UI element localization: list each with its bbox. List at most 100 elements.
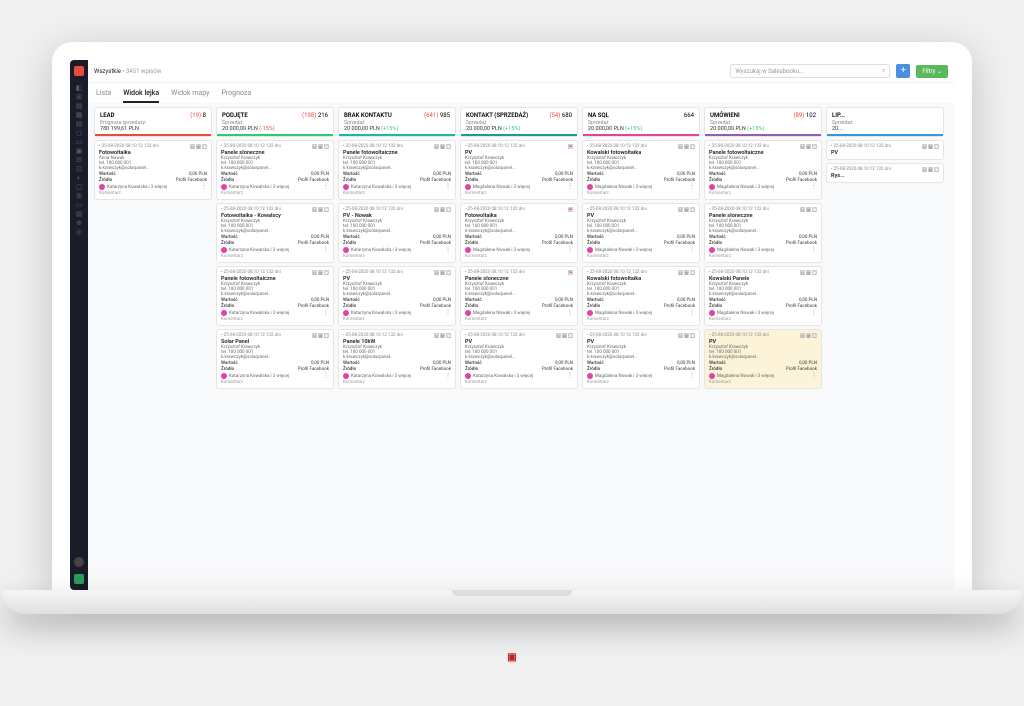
nav-icon[interactable]: ▤ — [75, 101, 84, 110]
column-header[interactable]: BRAK KONTAKTU(641) 985Sprzedaż20 000,00 … — [338, 107, 456, 137]
card-action-icons[interactable]: ▤▦▢ — [800, 207, 817, 212]
more-icon[interactable]: ⋮ — [445, 310, 451, 316]
lead-card[interactable]: • 25-08-2020 08:10:12 132 dni▤▦▢PVKrzysz… — [460, 329, 578, 389]
more-icon[interactable]: ⋮ — [445, 247, 451, 253]
lead-card[interactable]: • 25-08-2020 08:10:12 132 dni▤▦▢Kowalski… — [582, 140, 700, 200]
nav-icon[interactable]: ▭ — [75, 200, 84, 209]
tab-lista[interactable]: Lista — [96, 89, 111, 103]
nav-icon[interactable]: ⊡ — [75, 164, 84, 173]
card-action-icons[interactable]: ⚑ — [568, 207, 573, 212]
column-header[interactable]: NA SQL 664Sprzedaż20 000,00 PLN (+15%) — [582, 107, 700, 137]
column-header[interactable]: PODJĘTE(198) 216Sprzedaż20 000,00 PLN (-… — [216, 107, 334, 137]
lead-card[interactable]: • 25-08-2020 08:10:12 132 dni▤▦▢Panele f… — [338, 140, 456, 200]
more-icon[interactable]: ⋮ — [567, 373, 573, 379]
card-action-icons[interactable]: ▤▦▢ — [678, 270, 695, 275]
nav-icon[interactable]: ▦ — [75, 110, 84, 119]
lead-card[interactable]: • 25-08-2020 08:10:12 132 dni▤▦▢Fotowolt… — [216, 203, 334, 263]
lead-card[interactable]: • 25-08-2020 08:10:12 132 dni▤▦▢PVKrzysz… — [582, 203, 700, 263]
card-action-icons[interactable]: ▤▦▢ — [434, 270, 451, 275]
lead-card[interactable]: • 25-08-2020 08:10:12 132 dni▤▦▢Rys... — [826, 163, 944, 183]
lead-card[interactable]: • 25-08-2020 08:10:12 132 dni▤▦▢PVKrzysz… — [704, 329, 822, 389]
more-icon[interactable]: ⋮ — [689, 184, 695, 190]
lead-card[interactable]: • 25-08-2020 08:10:12 132 dni▤▦▢Fotowolt… — [94, 140, 212, 200]
lead-card[interactable]: • 25-08-2020 08:10:12 132 dni⚑Fotowoltai… — [460, 203, 578, 263]
help-icon[interactable] — [74, 574, 84, 584]
column-header[interactable]: KONTAKT (SPRZEDAŻ)(54) 680Sprzedaż20 000… — [460, 107, 578, 137]
more-icon[interactable]: ⋮ — [689, 310, 695, 316]
tab-widok-mapy[interactable]: Widok mapy — [171, 89, 209, 103]
column-header[interactable]: UMÓWIENI(89) 102Sprzedaż20 000,00 PLN (+… — [704, 107, 822, 137]
lead-card[interactable]: • 25-08-2020 08:10:12 132 dni▤▦▢Panele s… — [216, 140, 334, 200]
column-header[interactable]: LIP... Sprzedaż20... — [826, 107, 944, 137]
card-action-icons[interactable]: ▤▦▢ — [434, 207, 451, 212]
nav-icon[interactable]: ⊞ — [75, 191, 84, 200]
lead-card[interactable]: • 25-08-2020 08:10:12 132 dni▤▦▢Panele f… — [216, 266, 334, 326]
more-icon[interactable]: ⋮ — [567, 247, 573, 253]
filter-button[interactable]: Filtry ⌄ — [916, 65, 948, 78]
more-icon[interactable]: ⋮ — [201, 184, 207, 190]
tab-widok-lejka[interactable]: Widok lejka — [123, 89, 159, 103]
lead-card[interactable]: • 25-08-2020 08:10:12 132 dni▤▦▢Kowalski… — [704, 266, 822, 326]
card-action-icons[interactable]: ▤▦▢ — [800, 144, 817, 149]
more-icon[interactable]: ⋮ — [811, 247, 817, 253]
card-action-icons[interactable]: ▤▦▢ — [678, 144, 695, 149]
more-icon[interactable]: ⋮ — [323, 247, 329, 253]
lead-card[interactable]: • 25-08-2020 08:10:12 132 dni▤▦▢Kowalski… — [582, 266, 700, 326]
column-header[interactable]: LEAD(19) 8Prognoza sprzedaży:780 199,61 … — [94, 107, 212, 137]
more-icon[interactable]: ⋮ — [567, 184, 573, 190]
more-icon[interactable]: ⋮ — [811, 310, 817, 316]
more-icon[interactable]: ⋮ — [811, 373, 817, 379]
nav-icon[interactable]: ▣ — [75, 146, 84, 155]
lead-card[interactable]: • 25-08-2020 08:10:12 132 dni⚑PVKrzyszto… — [460, 140, 578, 200]
card-action-icons[interactable]: ▤▦▢ — [800, 270, 817, 275]
nav-icon[interactable]: ⊟ — [75, 155, 84, 164]
nav-icon[interactable]: ◧ — [75, 83, 84, 92]
add-button[interactable]: + — [896, 64, 910, 78]
card-action-icons[interactable]: ▤▦▢ — [312, 333, 329, 338]
card-action-icons[interactable]: ▤▦▢ — [434, 144, 451, 149]
more-icon[interactable]: ⋮ — [689, 373, 695, 379]
more-icon[interactable]: ⋮ — [323, 373, 329, 379]
kanban-board[interactable]: LEAD(19) 8Prognoza sprzedaży:780 199,61 … — [88, 103, 954, 590]
more-icon[interactable]: ⋮ — [323, 184, 329, 190]
lead-card[interactable]: • 25-08-2020 08:10:12 132 dni▤▦▢Panele f… — [704, 140, 822, 200]
more-icon[interactable]: ⋮ — [445, 373, 451, 379]
nav-icon[interactable]: ▢ — [75, 182, 84, 191]
lead-card[interactable]: • 25-08-2020 08:10:12 132 dni▤▦▢PV - Now… — [338, 203, 456, 263]
more-icon[interactable]: ⋮ — [323, 310, 329, 316]
more-icon[interactable]: ⋮ — [811, 184, 817, 190]
card-action-icons[interactable]: ▤▦▢ — [556, 333, 573, 338]
nav-icon[interactable]: ▤ — [75, 209, 84, 218]
card-action-icons[interactable]: ▤▦▢ — [190, 144, 207, 149]
tab-prognoza[interactable]: Prognoza — [221, 89, 251, 103]
card-action-icons[interactable]: ▤▦▢ — [678, 207, 695, 212]
lead-card[interactable]: • 25-08-2020 08:10:12 132 dni▤▦▢PV — [826, 140, 944, 160]
nav-icon[interactable]: ◎ — [75, 227, 84, 236]
card-action-icons[interactable]: ▤▦▢ — [922, 167, 939, 172]
nav-icon[interactable]: ⊞ — [75, 92, 84, 101]
card-action-icons[interactable]: ▤▦▢ — [678, 333, 695, 338]
more-icon[interactable]: ⋮ — [445, 184, 451, 190]
nav-icon[interactable]: ◐ — [75, 173, 84, 182]
nav-icon[interactable]: ▭ — [75, 137, 84, 146]
more-icon[interactable]: ⋮ — [689, 247, 695, 253]
card-action-icons[interactable]: ▤▦▢ — [312, 270, 329, 275]
card-action-icons[interactable]: ⚑ — [568, 270, 573, 275]
nav-icon[interactable]: ⊕ — [75, 218, 84, 227]
search-input[interactable]: Wyszukaj w Salesbooku... ⌕ — [730, 64, 890, 78]
nav-icon[interactable]: ◻ — [75, 128, 84, 137]
card-action-icons[interactable]: ▤▦▢ — [434, 333, 451, 338]
card-action-icons[interactable]: ▤▦▢ — [922, 144, 939, 149]
lead-card[interactable]: • 25-08-2020 08:10:12 132 dni▤▦▢PVKrzysz… — [338, 266, 456, 326]
lead-card[interactable]: • 25-08-2020 08:10:12 132 dni▤▦▢Panele s… — [704, 203, 822, 263]
card-action-icons[interactable]: ⚑ — [568, 144, 573, 149]
lead-card[interactable]: • 25-08-2020 08:10:12 132 dni▤▦▢Panele 1… — [338, 329, 456, 389]
card-action-icons[interactable]: ▤▦▢ — [312, 144, 329, 149]
more-icon[interactable]: ⋮ — [567, 310, 573, 316]
card-action-icons[interactable]: ▤▦▢ — [800, 333, 817, 338]
card-action-icons[interactable]: ▤▦▢ — [312, 207, 329, 212]
user-avatar-icon[interactable] — [74, 557, 84, 567]
nav-icon[interactable]: ▤ — [75, 119, 84, 128]
lead-card[interactable]: • 25-08-2020 08:10:12 132 dni▤▦▢Solar Pa… — [216, 329, 334, 389]
lead-card[interactable]: • 25-08-2020 08:10:12 132 dni▤▦▢PVKrzysz… — [582, 329, 700, 389]
